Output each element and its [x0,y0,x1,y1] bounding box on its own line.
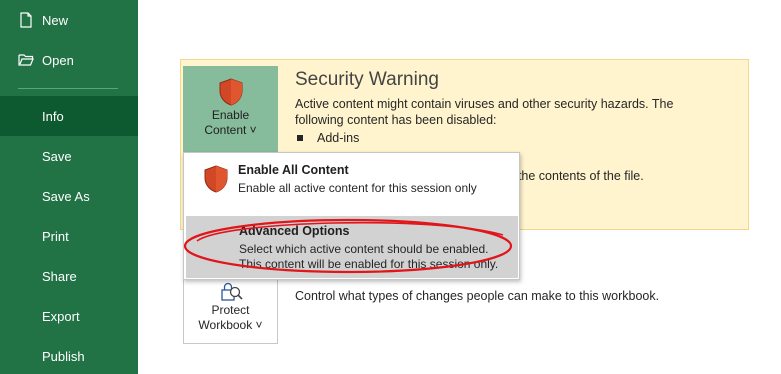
sidebar-item-label: Publish [42,348,85,364]
disabled-content-label: Add-ins [317,131,360,145]
sidebar-item-save-as[interactable]: Save As [0,176,138,216]
open-folder-icon [18,54,34,66]
sidebar-item-label: Open [42,52,74,68]
sidebar-item-open[interactable]: Open [0,40,138,80]
sidebar-item-new[interactable]: New [0,0,138,40]
advanced-options-description: Select which active content should be en… [239,242,499,271]
security-warning-title: Security Warning [295,69,439,90]
new-document-icon [20,12,32,28]
enable-content-label-line1: Enable [211,108,250,122]
advanced-options-item[interactable]: Advanced Options Select which active con… [186,216,518,278]
protect-workbook-label-line1: Protect [211,303,250,317]
sidebar-item-label: Save As [42,188,90,204]
protect-workbook-button[interactable]: Protect Workbook ˅ [183,270,278,344]
shield-icon [204,165,228,193]
enable-content-dropdown: Enable All Content Enable all active con… [183,152,520,280]
sidebar-item-export[interactable]: Export [0,296,138,336]
security-warning-description: Active content might contain viruses and… [295,97,674,127]
enable-content-label-line2: Content ˅ [204,123,257,137]
sidebar-item-label: Info [42,108,64,124]
protect-workbook-description: Control what types of changes people can… [295,289,660,303]
sidebar-item-save[interactable]: Save [0,136,138,176]
shield-icon [219,78,242,106]
sidebar-item-share[interactable]: Share [0,256,138,296]
advanced-options-title: Advanced Options [239,224,350,238]
enable-all-content-title: Enable All Content [238,163,349,177]
sidebar-item-publish[interactable]: Publish [0,336,138,374]
sidebar-item-label: Export [42,308,80,324]
sidebar-item-info[interactable]: Info [0,96,138,136]
bullet-icon [297,135,303,141]
sidebar-item-label: Save [42,148,72,164]
enable-all-content-item[interactable]: Enable All Content Enable all active con… [185,154,518,212]
protect-workbook-label-line2: Workbook ˅ [198,318,263,332]
sidebar-item-label: Print [42,228,69,244]
enable-content-button[interactable]: Enable Content ˅ [183,66,278,152]
security-warning-partial-text: t the contents of the file. [511,169,644,183]
sidebar-item-label: New [42,12,69,28]
sidebar-item-print[interactable]: Print [0,216,138,256]
enable-all-content-description: Enable all active content for this sessi… [238,181,477,195]
lock-magnifier-icon [221,282,243,301]
sidebar-divider [18,88,118,89]
sidebar-item-label: Share [42,268,77,284]
disabled-content-list-item: Add-ins [297,131,359,145]
backstage-sidebar: New Open Info Save Save As Print Share E… [0,0,138,374]
